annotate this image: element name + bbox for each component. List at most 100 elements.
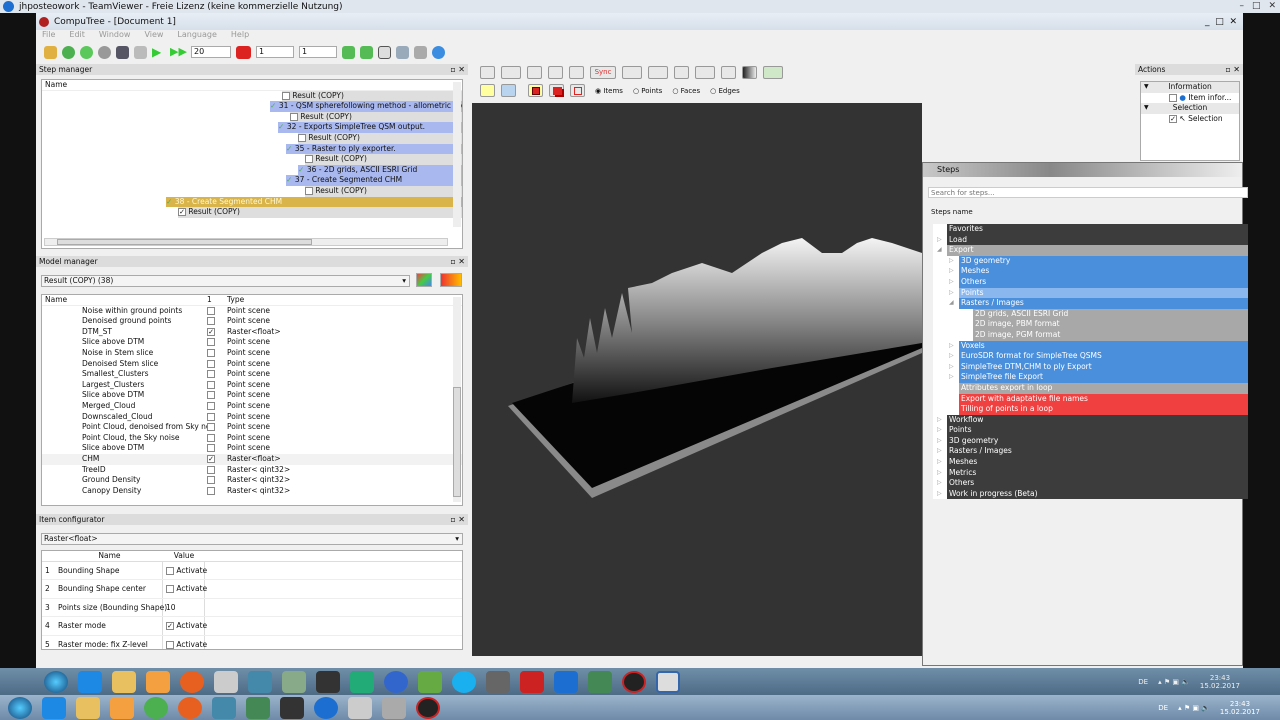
checkbox[interactable]: [207, 412, 215, 421]
steps-tree-row[interactable]: ▷ Points: [933, 287, 1248, 299]
app-icon[interactable]: [248, 670, 272, 693]
app-icon[interactable]: [246, 696, 270, 719]
chrome-icon[interactable]: [144, 696, 168, 719]
vertical-scrollbar[interactable]: [453, 297, 461, 502]
checkbox[interactable]: [166, 585, 174, 594]
steps-tree-row[interactable]: Attributes export in loop: [933, 382, 1248, 394]
item-checkbox[interactable]: [207, 369, 227, 380]
shield-icon[interactable]: [342, 45, 355, 59]
step-tree-row[interactable]: ✓ 32 - Exports SimpleTree QSM output.: [278, 122, 462, 133]
steps-tree-row[interactable]: ▷ 3D geometry: [933, 255, 1248, 267]
panel-close-icon[interactable]: ▫ ✕: [450, 514, 465, 525]
collapsed-arrow-icon[interactable]: ▷: [937, 436, 942, 447]
checkbox[interactable]: [207, 370, 215, 379]
skype-icon[interactable]: [452, 670, 476, 693]
axis-icon[interactable]: [569, 66, 584, 79]
step-tree-row[interactable]: ✓ Result (COPY): [178, 207, 462, 218]
item-checkbox[interactable]: [207, 390, 227, 401]
steps-tree-row[interactable]: ▷ Points: [933, 425, 1248, 436]
clean-icon[interactable]: [414, 45, 427, 59]
checkbox[interactable]: ✓: [178, 208, 186, 217]
menu-window[interactable]: Window: [99, 30, 131, 41]
property-value[interactable]: 10: [163, 598, 205, 617]
model-row[interactable]: Slice above DTM Point scene: [42, 337, 462, 348]
collapsed-arrow-icon[interactable]: ▷: [937, 478, 942, 489]
steps-tree-row[interactable]: ▷ Work in progress (Beta): [933, 488, 1248, 500]
steps-tree-row[interactable]: ▷ Others: [933, 276, 1248, 288]
checkbox[interactable]: [207, 423, 215, 432]
grid-icon[interactable]: [695, 66, 715, 79]
step-tree-row[interactable]: Result (COPY): [298, 132, 462, 144]
steps-tree-row[interactable]: Tilling of points in a loop: [933, 404, 1248, 415]
save-icon[interactable]: [116, 45, 129, 59]
checkbox[interactable]: ✓: [207, 454, 215, 463]
item-checkbox[interactable]: [207, 412, 227, 423]
ie-icon[interactable]: [78, 670, 102, 693]
item-checkbox[interactable]: [207, 359, 227, 370]
model-row[interactable]: TreeID Raster< qint32>: [42, 465, 462, 476]
add-step-icon[interactable]: [62, 45, 75, 59]
horizontal-scrollbar[interactable]: [44, 238, 448, 246]
config-row[interactable]: 2 Bounding Shape center Activate: [42, 580, 462, 599]
steps-tree-row[interactable]: ▷ Meshes: [933, 457, 1248, 468]
app-icon[interactable]: [382, 696, 406, 719]
step-tree-row[interactable]: ✓ 37 - Create Segmented CHM: [286, 175, 462, 186]
menu-view[interactable]: View: [144, 30, 163, 41]
camera-view-dropdown-icon[interactable]: [501, 66, 521, 79]
record-icon[interactable]: [236, 45, 251, 59]
item-checkbox[interactable]: [207, 401, 227, 412]
forward-icon[interactable]: ▶: [152, 46, 165, 59]
model-row[interactable]: Point Cloud, denoised from Sky noise Poin…: [42, 422, 462, 433]
radio-edges[interactable]: ○ Edges: [710, 87, 740, 95]
open-step-icon[interactable]: [44, 45, 57, 59]
radio-faces[interactable]: ○ Faces: [672, 87, 700, 95]
search-steps-input[interactable]: [928, 187, 1248, 198]
checkbox[interactable]: [207, 338, 215, 347]
item-checkbox[interactable]: ✓: [207, 327, 227, 338]
checkbox[interactable]: [207, 444, 215, 453]
tray-icons[interactable]: ▴ ⚑ ▣ 🔈: [1158, 678, 1190, 686]
item-checkbox[interactable]: [207, 422, 227, 433]
item-checkbox[interactable]: [207, 337, 227, 348]
expanded-arrow-icon[interactable]: ◢: [949, 298, 954, 309]
sync-button[interactable]: Sync: [590, 66, 616, 79]
app-icon[interactable]: [214, 670, 238, 693]
checkbox[interactable]: [207, 433, 215, 442]
media-icon[interactable]: [146, 670, 170, 693]
steps-tree-row[interactable]: ▷ 3D geometry: [933, 435, 1248, 447]
checkbox[interactable]: [290, 112, 298, 121]
collapsed-arrow-icon[interactable]: ▷: [937, 468, 942, 479]
collapsed-arrow-icon[interactable]: ▷: [937, 425, 942, 436]
checkbox[interactable]: ✓: [1169, 114, 1177, 123]
checkbox[interactable]: [207, 465, 215, 474]
video-camera-icon[interactable]: [622, 66, 642, 79]
radio-items[interactable]: ◉ Items: [595, 87, 623, 95]
step-config-icon[interactable]: [134, 45, 147, 59]
screenshot-icon[interactable]: [674, 66, 689, 79]
model-row[interactable]: Merged_Cloud Point scene: [42, 401, 462, 412]
firefox-icon[interactable]: [178, 696, 202, 719]
ortho-cube-icon[interactable]: [548, 66, 563, 79]
app-icon[interactable]: [348, 696, 372, 719]
media-icon[interactable]: [110, 696, 134, 719]
steps-tree-row[interactable]: ▷ Metrics: [933, 467, 1248, 479]
config-row[interactable]: 1 Bounding Shape Activate: [42, 561, 462, 581]
spinbox-1[interactable]: 1: [256, 46, 294, 58]
select-remove-icon[interactable]: [570, 84, 585, 97]
spinbox-2[interactable]: 1: [299, 46, 337, 58]
model-row[interactable]: Slice above DTM Point scene: [42, 443, 462, 454]
item-checkbox[interactable]: [207, 348, 227, 359]
maximize-button[interactable]: □: [1252, 1, 1261, 11]
config-row[interactable]: 3 Points size (Bounding Shape) 10: [42, 598, 462, 618]
explorer-icon[interactable]: [112, 670, 136, 693]
tools-icon[interactable]: [396, 45, 409, 59]
shield-run-icon[interactable]: [360, 45, 373, 59]
steps-tree-row[interactable]: ▷ Voxels: [933, 340, 1248, 352]
steps-tree-row[interactable]: 2D image, PGM format: [933, 329, 1248, 341]
checkbox[interactable]: [207, 401, 215, 410]
property-value[interactable]: Activate: [163, 580, 207, 598]
item-checkbox[interactable]: [207, 433, 227, 444]
cube-view-icon[interactable]: [480, 66, 495, 79]
minimize-button[interactable]: –: [1239, 1, 1244, 11]
steps-tree-row[interactable]: ▷ Load: [933, 234, 1248, 246]
